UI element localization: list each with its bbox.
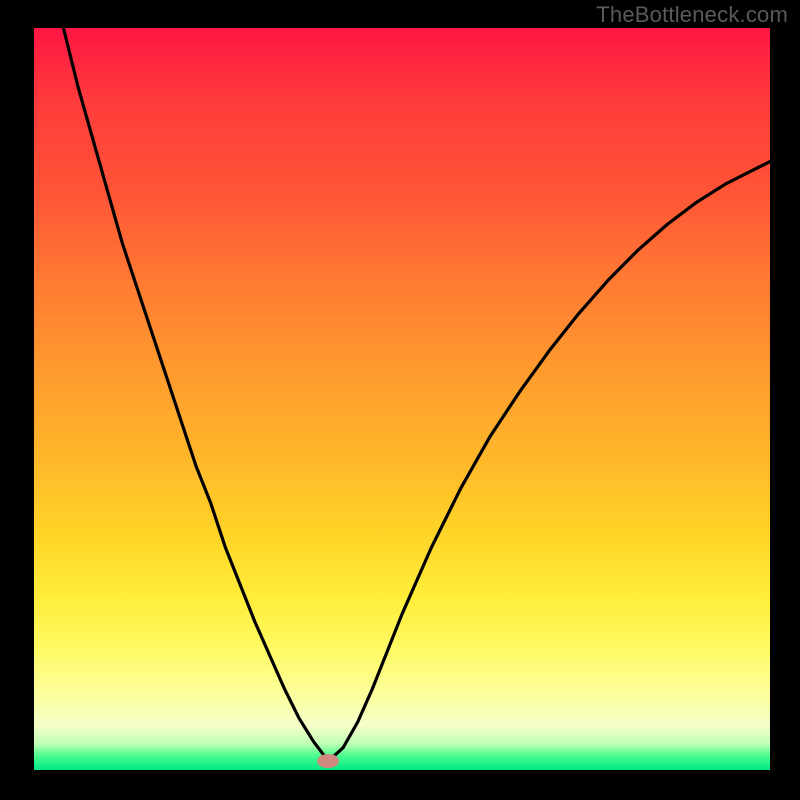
bottleneck-curve <box>34 28 770 770</box>
plot-area <box>34 28 770 770</box>
watermark-text: TheBottleneck.com <box>596 2 788 28</box>
optimal-point-marker <box>317 754 339 768</box>
chart-frame: TheBottleneck.com <box>0 0 800 800</box>
